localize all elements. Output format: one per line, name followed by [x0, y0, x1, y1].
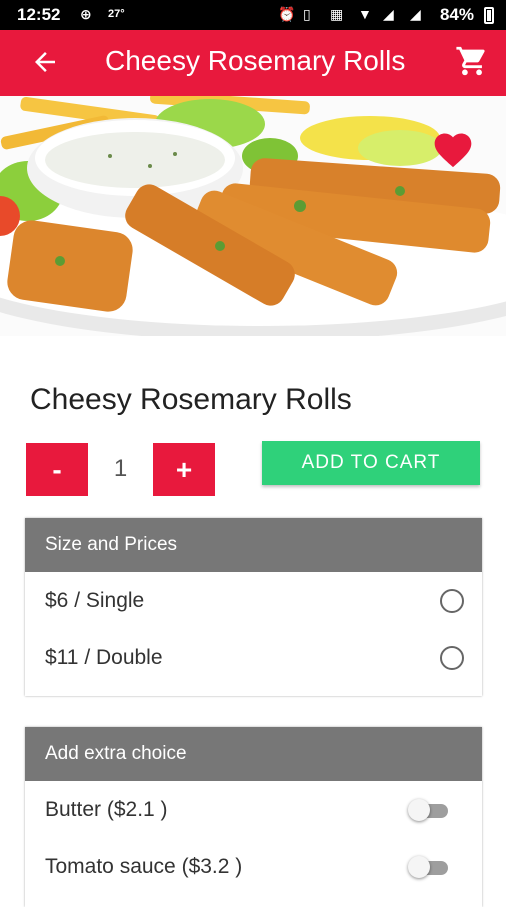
size-option-label: $6 / Single — [45, 589, 145, 612]
size-option-row[interactable]: $11 / Double — [25, 629, 482, 686]
extra-option-label: Tomato sauce ($3.2 ) — [45, 855, 243, 878]
battery-icon — [484, 7, 494, 24]
extra-choice-header: Add extra choice — [25, 727, 482, 781]
signal-icon-2: ◢ — [410, 6, 421, 22]
arrow-left-icon[interactable] — [30, 47, 60, 77]
quantity-value: 1 — [113, 455, 128, 482]
app-bar: Cheesy Rosemary Rolls — [0, 30, 506, 96]
heart-icon[interactable] — [430, 128, 476, 172]
size-option-radio[interactable] — [440, 589, 464, 613]
status-time: 12:52 — [17, 5, 61, 24]
status-bar: 12:52 ⊕ 27° ⏰ ▯ ▦ ▼ ◢ ◢ 84% — [0, 0, 506, 30]
status-temp: 27° — [108, 8, 125, 20]
vibrate-icon: ▯ — [303, 6, 311, 22]
alarm-icon: ⏰ — [278, 6, 296, 22]
size-option-radio[interactable] — [440, 646, 464, 670]
game-controller-icon: ⊕ — [80, 6, 92, 22]
size-prices-header: Size and Prices — [25, 518, 482, 572]
signal-icon: ◢ — [383, 6, 394, 22]
shopping-cart-icon[interactable] — [455, 44, 489, 78]
extra-option-toggle[interactable] — [408, 797, 450, 823]
product-title: Cheesy Rosemary Rolls — [30, 383, 352, 416]
decrease-quantity-button[interactable]: - — [26, 443, 88, 496]
increase-quantity-button[interactable]: + — [153, 443, 215, 496]
extra-option-row[interactable]: Tomato sauce ($3.2 ) — [25, 838, 482, 895]
size-option-label: $11 / Double — [45, 646, 163, 669]
size-prices-card: Size and Prices $6 / Single $11 / Double — [25, 518, 482, 696]
data-icon: ▦ — [330, 6, 344, 22]
wifi-icon: ▼ — [358, 6, 372, 22]
add-to-cart-button[interactable]: ADD TO CART — [262, 441, 480, 485]
size-option-row[interactable]: $6 / Single — [25, 572, 482, 629]
battery-percent: 84% — [439, 5, 474, 24]
extra-choice-card: Add extra choice Butter ($2.1 ) Tomato s… — [25, 727, 482, 907]
extra-option-row[interactable]: Butter ($2.1 ) — [25, 781, 482, 838]
app-bar-title: Cheesy Rosemary Rolls — [105, 45, 406, 76]
extra-option-label: Butter ($2.1 ) — [45, 798, 168, 821]
extra-option-toggle[interactable] — [408, 854, 450, 880]
